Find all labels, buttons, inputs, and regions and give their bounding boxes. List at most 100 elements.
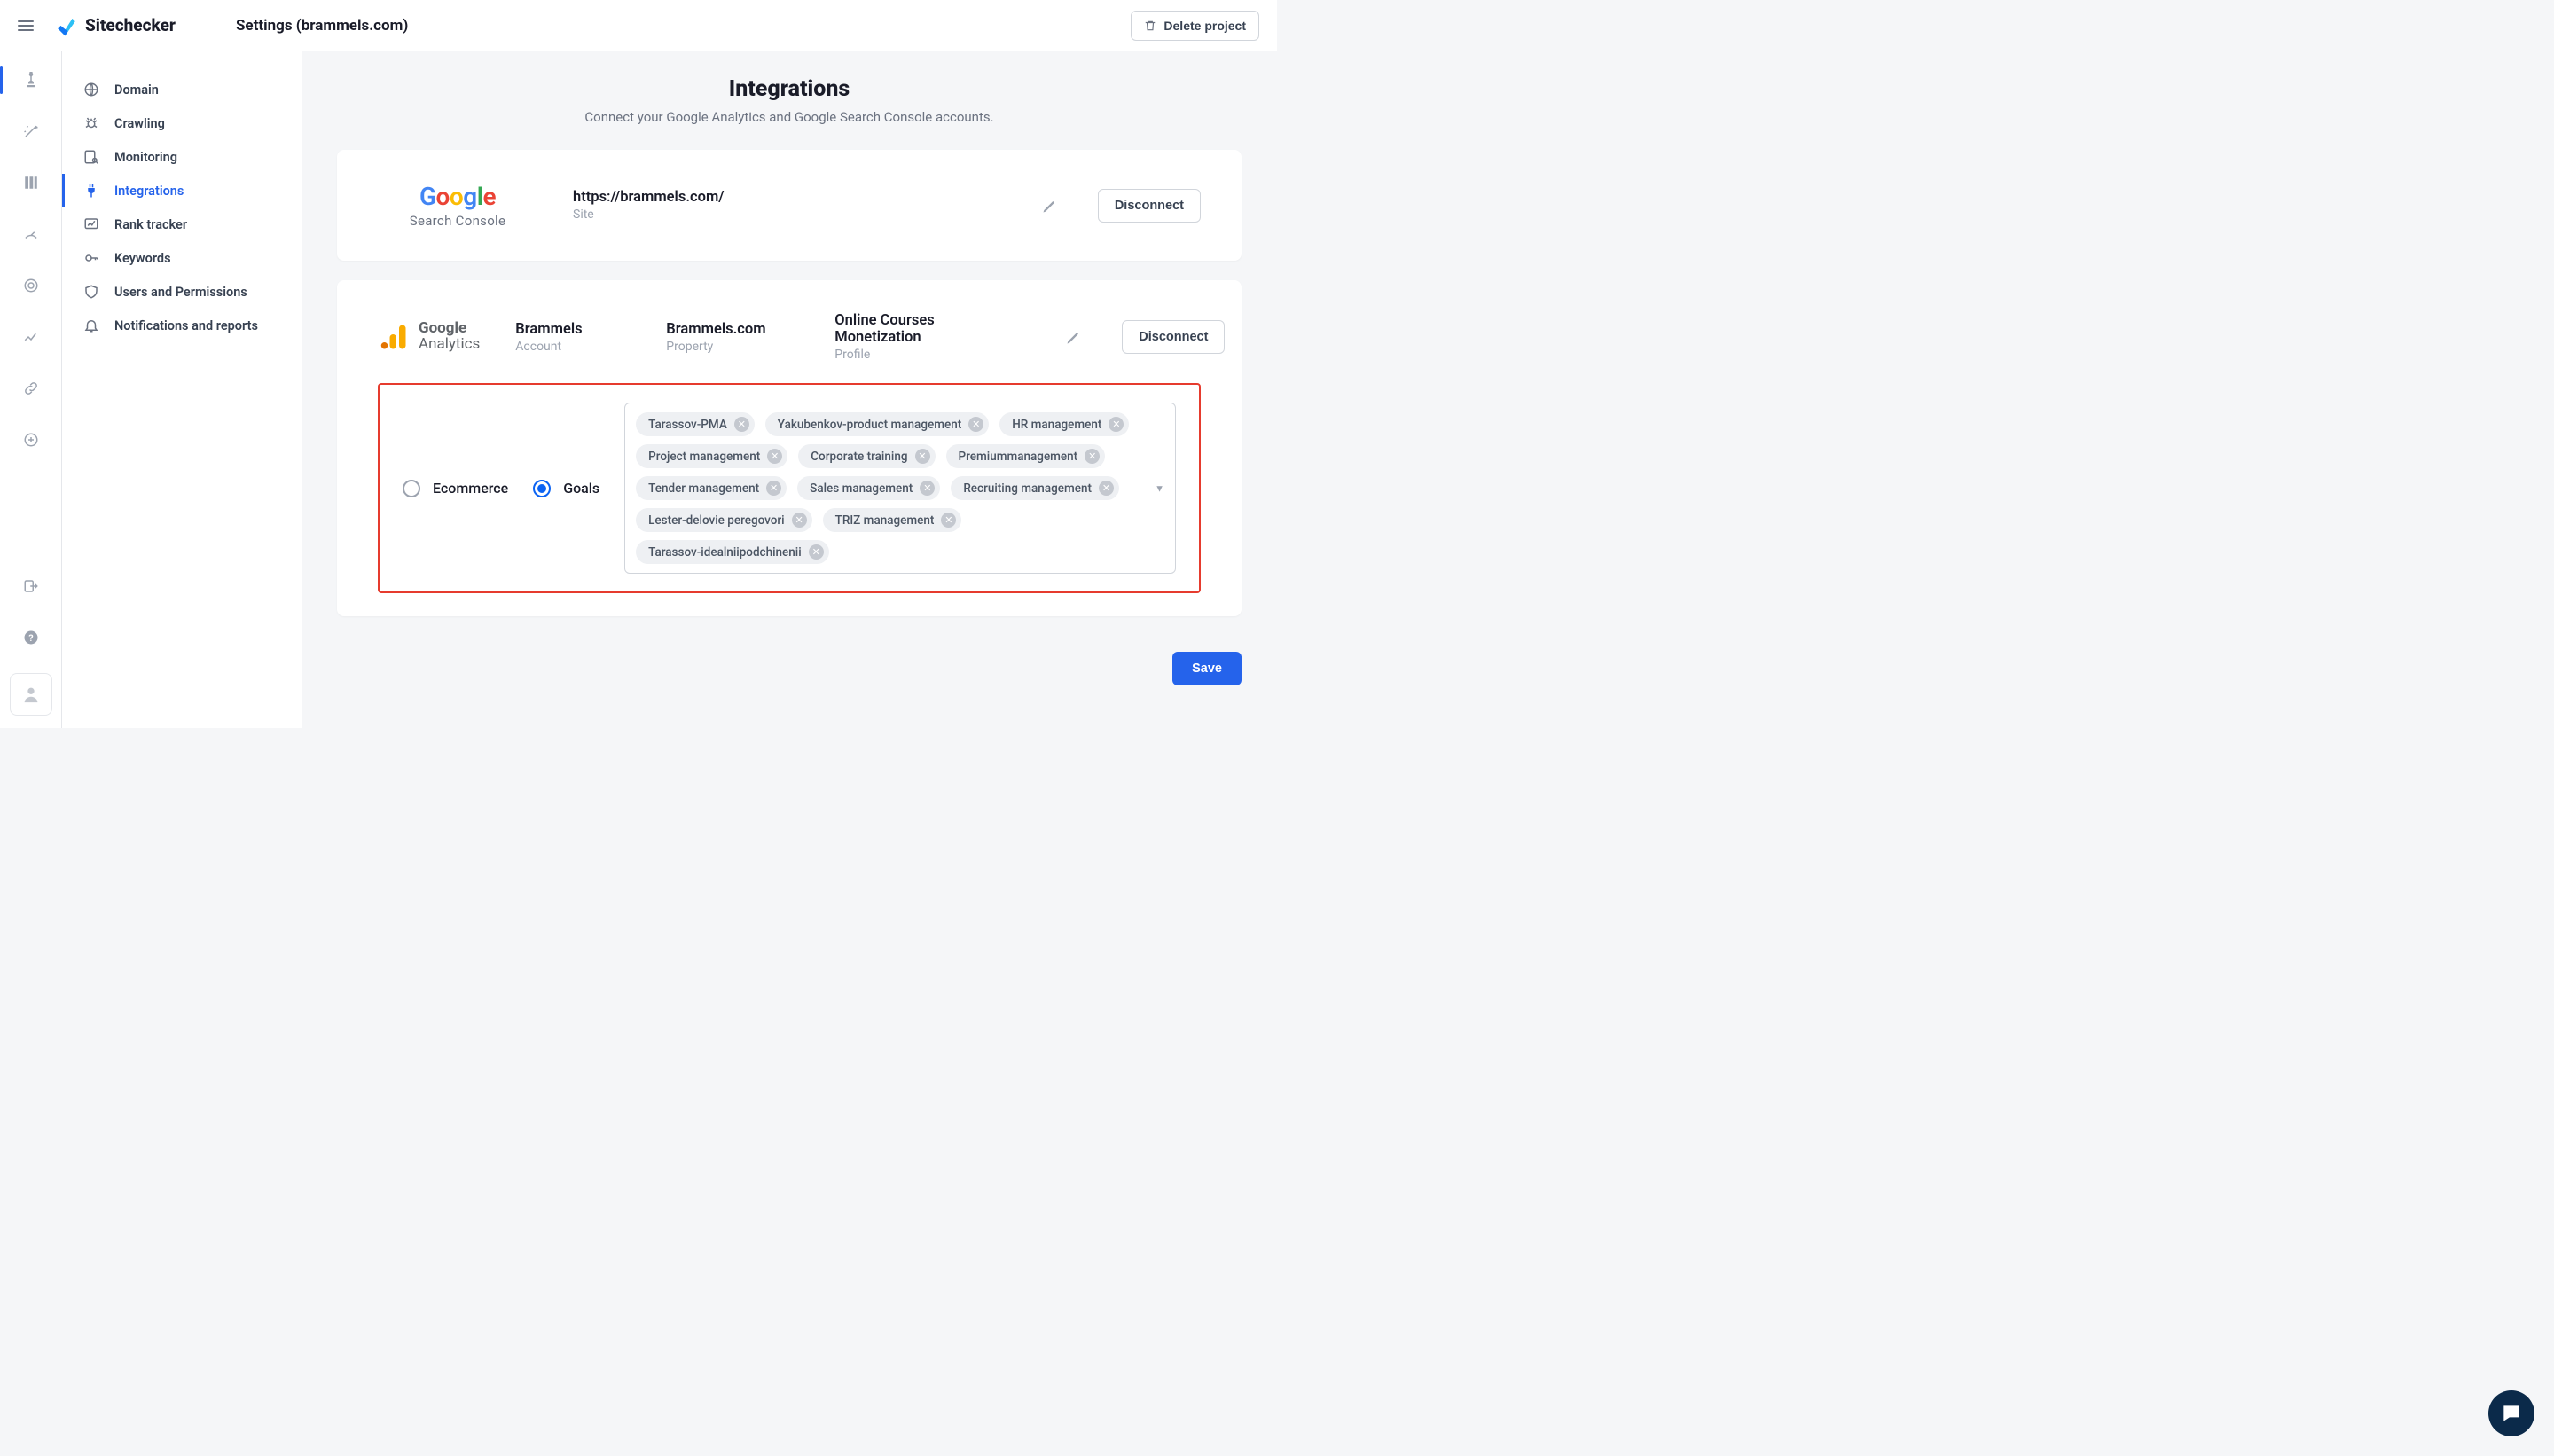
chat-widget[interactable] xyxy=(2488,1390,2534,1436)
goal-tag-label: Premiummanagement xyxy=(959,450,1078,464)
nav-item-label: Integrations xyxy=(114,184,184,199)
goal-tag: Lester-delovie peregovori✕ xyxy=(636,508,812,532)
nav-item-label: Monitoring xyxy=(114,150,177,165)
goal-tag: Sales management ✕ xyxy=(797,476,940,500)
rail-icon-target[interactable] xyxy=(15,270,47,301)
goal-tag-label: Recruiting management xyxy=(963,481,1092,496)
brand-logo[interactable]: Sitechecker xyxy=(55,14,176,37)
goal-tag: Tarassov-idealniipodchinenii ✕ xyxy=(636,540,829,564)
rail-icon-trend[interactable] xyxy=(15,321,47,353)
rail-icon-add[interactable] xyxy=(15,424,47,456)
key-icon xyxy=(82,250,100,266)
remove-tag-icon[interactable]: ✕ xyxy=(767,449,782,464)
ga-account-label: Account xyxy=(515,340,631,354)
remove-tag-icon[interactable]: ✕ xyxy=(792,513,807,528)
goal-tag: Premiummanagement ✕ xyxy=(946,444,1106,468)
remove-tag-icon[interactable]: ✕ xyxy=(1109,417,1124,432)
save-button[interactable]: Save xyxy=(1172,652,1242,685)
brand-name: Sitechecker xyxy=(85,15,176,35)
rail-icon-speed[interactable] xyxy=(15,218,47,250)
ga-property-value: Brammels.com xyxy=(666,321,799,338)
search-page-icon xyxy=(82,149,100,165)
logo-mark-icon xyxy=(55,14,78,37)
ga-brand-bottom: Analytics xyxy=(419,337,480,353)
rail-icon-logout[interactable] xyxy=(15,570,47,602)
rail-icon-wand[interactable] xyxy=(15,115,47,147)
page-title: Settings (brammels.com) xyxy=(236,17,408,35)
remove-tag-icon[interactable]: ✕ xyxy=(734,417,749,432)
gsc-site-label: Site xyxy=(573,207,1006,222)
nav-item-crawling[interactable]: Crawling xyxy=(62,106,302,140)
plug-icon xyxy=(82,183,100,199)
gsc-brand: Google Search Console xyxy=(378,182,537,229)
integrations-heading: Integrations xyxy=(337,76,1242,102)
rail-icon-help[interactable]: ? xyxy=(15,622,47,654)
remove-tag-icon[interactable]: ✕ xyxy=(968,417,983,432)
ga-brand: Google Analytics xyxy=(378,321,480,353)
ga-edit-icon[interactable] xyxy=(1065,328,1083,346)
nav-item-label: Crawling xyxy=(114,116,165,131)
ga-disconnect-button[interactable]: Disconnect xyxy=(1122,320,1225,354)
gsc-edit-icon[interactable] xyxy=(1041,197,1059,215)
delete-project-label: Delete project xyxy=(1163,19,1246,33)
goal-tag-label: Tarassov-idealniipodchinenii xyxy=(648,545,802,560)
goal-tag: Yakubenkov-product management✕ xyxy=(765,412,989,436)
remove-tag-icon[interactable]: ✕ xyxy=(766,481,781,496)
remove-tag-icon[interactable]: ✕ xyxy=(809,544,824,560)
nav-item-label: Notifications and reports xyxy=(114,318,258,333)
goal-tag-label: Project management xyxy=(648,450,760,464)
gsc-card: Google Search Console https://brammels.c… xyxy=(337,150,1242,261)
goal-tag-label: Sales management xyxy=(810,481,913,496)
hamburger-icon[interactable] xyxy=(18,20,34,31)
trash-icon xyxy=(1144,20,1156,32)
ga-account-value: Brammels xyxy=(515,321,631,338)
ga-profile-label: Profile xyxy=(834,348,994,362)
nav-item-rank-tracker[interactable]: Rank tracker xyxy=(62,207,302,241)
nav-item-label: Users and Permissions xyxy=(114,285,247,300)
nav-item-monitoring[interactable]: Monitoring xyxy=(62,140,302,174)
goal-tag: TRIZ management ✕ xyxy=(823,508,962,532)
remove-tag-icon[interactable]: ✕ xyxy=(941,513,956,528)
gsc-site-value: https://brammels.com/ xyxy=(573,189,1006,206)
nav-item-label: Keywords xyxy=(114,251,171,266)
nav-item-keywords[interactable]: Keywords xyxy=(62,241,302,275)
ga-logo-icon xyxy=(378,321,410,353)
nav-item-domain[interactable]: Domain xyxy=(62,73,302,106)
ga-card: Google Analytics Brammels Account Bramme… xyxy=(337,280,1242,616)
svg-text:?: ? xyxy=(28,632,33,644)
nav-item-integrations[interactable]: Integrations xyxy=(62,174,302,207)
integrations-subtitle: Connect your Google Analytics and Google… xyxy=(337,109,1242,125)
rail-icon-columns[interactable] xyxy=(15,167,47,199)
goal-tag: Corporate training✕ xyxy=(798,444,935,468)
radio-goals-label: Goals xyxy=(563,480,599,497)
remove-tag-icon[interactable]: ✕ xyxy=(920,481,935,496)
goal-tag-label: HR management xyxy=(1012,418,1101,432)
delete-project-button[interactable]: Delete project xyxy=(1131,11,1259,41)
remove-tag-icon[interactable]: ✕ xyxy=(915,449,930,464)
goal-tag: Project management ✕ xyxy=(636,444,787,468)
radio-goals[interactable] xyxy=(533,480,551,497)
remove-tag-icon[interactable]: ✕ xyxy=(1099,481,1114,496)
chevron-down-icon: ▼ xyxy=(1155,482,1164,494)
goals-section: Ecommerce Goals Tarassov-PMA✕Yakubenkov-… xyxy=(378,383,1201,593)
rail-icon-chess[interactable] xyxy=(15,64,47,96)
goal-tag-label: TRIZ management xyxy=(835,513,935,528)
ga-property-label: Property xyxy=(666,340,799,354)
rail-icon-link[interactable] xyxy=(15,372,47,404)
gsc-disconnect-button[interactable]: Disconnect xyxy=(1098,189,1201,223)
shield-icon xyxy=(82,284,100,300)
goal-tag: Recruiting management ✕ xyxy=(951,476,1119,500)
nav-item-label: Rank tracker xyxy=(114,217,187,232)
nav-item-notifications-and-reports[interactable]: Notifications and reports xyxy=(62,309,302,342)
goal-tag-label: Tender management xyxy=(648,481,759,496)
bug-icon xyxy=(82,115,100,131)
google-wordmark: Google xyxy=(419,182,496,211)
remove-tag-icon[interactable]: ✕ xyxy=(1085,449,1100,464)
nav-item-users-and-permissions[interactable]: Users and Permissions xyxy=(62,275,302,309)
goals-multiselect[interactable]: Tarassov-PMA✕Yakubenkov-product manageme… xyxy=(624,403,1176,574)
user-avatar[interactable] xyxy=(10,673,52,716)
goal-tag: Tender management ✕ xyxy=(636,476,787,500)
goal-tag-label: Tarassov-PMA xyxy=(648,418,727,432)
gsc-subtitle: Search Console xyxy=(410,213,506,229)
radio-ecommerce[interactable] xyxy=(403,480,420,497)
